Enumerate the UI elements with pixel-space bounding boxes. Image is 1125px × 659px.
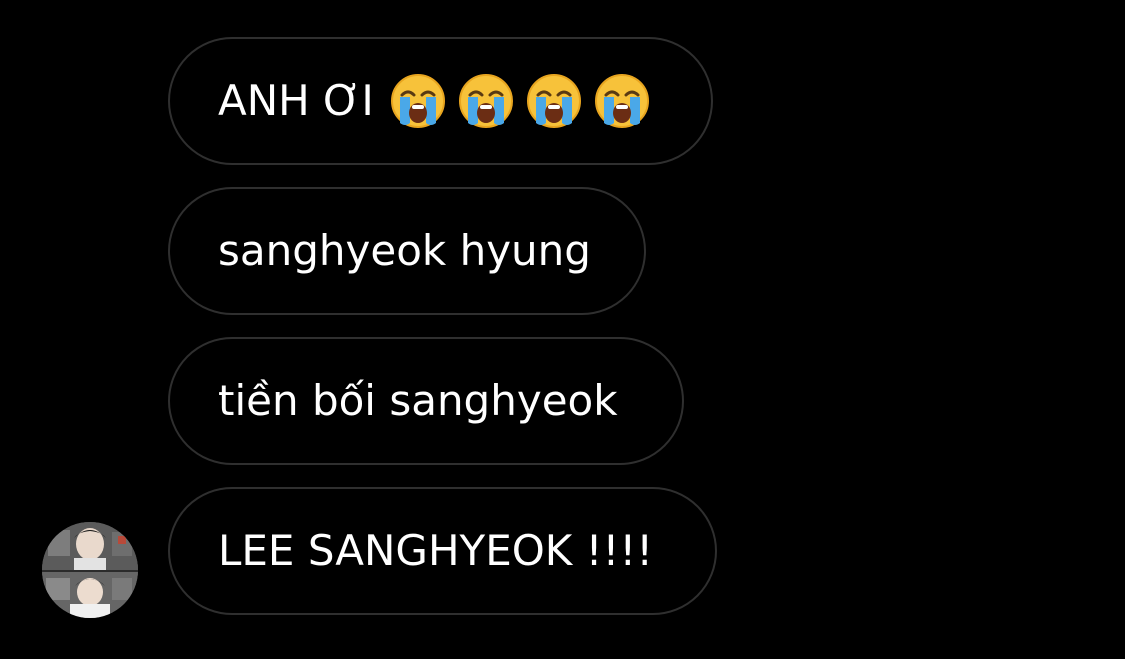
emoji-group bbox=[390, 73, 650, 129]
message-bubble[interactable]: sanghyeok hyung bbox=[168, 187, 646, 315]
sender-avatar[interactable] bbox=[42, 522, 138, 618]
message-thread: ANH ƠI sanghyeok hyung tiền bối sanghyeo… bbox=[0, 0, 1125, 659]
loudly-crying-face-icon bbox=[594, 74, 649, 128]
message-bubble[interactable]: LEE SANGHYEOK !!!! bbox=[168, 487, 717, 615]
message-text: sanghyeok hyung bbox=[218, 226, 591, 275]
message-text: tiền bối sanghyeok bbox=[218, 376, 618, 425]
loudly-crying-face-icon bbox=[458, 74, 513, 128]
message-bubble[interactable]: tiền bối sanghyeok bbox=[168, 337, 684, 465]
message-text: LEE SANGHYEOK !!!! bbox=[218, 526, 654, 575]
avatar-photo-icon bbox=[42, 522, 138, 618]
loudly-crying-face-icon bbox=[390, 74, 445, 128]
message-text: ANH ƠI bbox=[218, 76, 374, 125]
loudly-crying-face-icon bbox=[526, 74, 581, 128]
message-bubble[interactable]: ANH ƠI bbox=[168, 37, 713, 165]
